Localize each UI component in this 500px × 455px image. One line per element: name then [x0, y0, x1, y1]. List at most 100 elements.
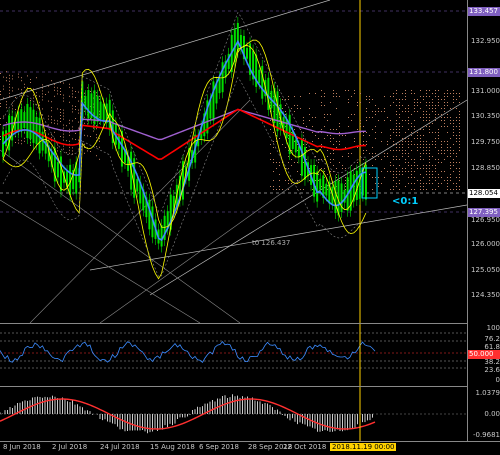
cloud-dot: [396, 159, 397, 160]
cloud-dot: [426, 183, 427, 184]
cloud-dot: [405, 138, 406, 139]
cloud-dot: [381, 183, 382, 184]
cloud-dot: [459, 171, 460, 172]
cloud-dot: [36, 92, 37, 94]
cloud-dot: [396, 150, 397, 151]
cloud-dot: [321, 168, 322, 169]
cloud-dot: [345, 168, 346, 169]
cloud-dot: [429, 174, 430, 175]
cloud-dot: [438, 99, 439, 100]
cloud-dot: [342, 156, 343, 157]
cloud-dot: [414, 171, 415, 172]
cloud-dot: [63, 100, 64, 102]
cloud-dot: [456, 135, 457, 136]
cloud-dot: [330, 129, 331, 130]
cloud-dot: [9, 74, 10, 76]
cloud-dot: [99, 122, 100, 124]
cloud-dot: [450, 177, 451, 178]
cloud-dot: [429, 108, 430, 109]
cloud-dot: [366, 141, 367, 142]
cloud-dot: [96, 125, 97, 127]
cloud-dot: [375, 153, 376, 154]
macd-pane[interactable]: [0, 387, 467, 441]
cloud-dot: [426, 120, 427, 121]
cloud-dot: [372, 189, 373, 190]
cloud-dot: [12, 108, 13, 110]
cloud-dot: [327, 135, 328, 136]
cloud-dot: [360, 93, 361, 94]
cloud-dot: [393, 102, 394, 103]
cloud-dot: [447, 93, 448, 94]
cloud-dot: [435, 165, 436, 166]
cloud-dot: [393, 174, 394, 175]
cloud-dot: [51, 122, 52, 124]
cloud-dot: [291, 159, 292, 160]
cloud-dot: [378, 186, 379, 187]
cloud-dot: [402, 156, 403, 157]
cloud-dot: [273, 186, 274, 187]
cloud-dot: [315, 165, 316, 166]
cloud-dot: [399, 189, 400, 190]
cloud-dot: [426, 144, 427, 145]
cloud-dot: [321, 129, 322, 130]
cloud-dot: [459, 123, 460, 124]
cloud-dot: [441, 150, 442, 151]
price-axis-label: 131.000: [471, 87, 500, 95]
purple-ma-line: [2, 108, 366, 141]
cloud-dot: [54, 83, 55, 85]
cloud-dot: [405, 153, 406, 154]
cloud-dot: [321, 159, 322, 160]
cloud-dot: [270, 144, 271, 145]
cloud-dot: [78, 109, 79, 111]
cloud-dot: [411, 177, 412, 178]
cloud-dot: [429, 156, 430, 157]
cloud-dot: [396, 99, 397, 100]
cloud-dot: [456, 162, 457, 163]
cloud-dot: [459, 168, 460, 169]
price-highlight-mid: 131.800: [468, 68, 500, 77]
cloud-dot: [372, 165, 373, 166]
macd-chart: [0, 387, 467, 441]
cloud-dot: [408, 123, 409, 124]
cloud-dot: [426, 90, 427, 91]
cloud-dot: [402, 126, 403, 127]
cloud-dot: [27, 90, 28, 92]
cloud-dot: [450, 156, 451, 157]
rsi-pane[interactable]: [0, 324, 467, 386]
cloud-dot: [48, 118, 49, 120]
cloud-dot: [96, 146, 97, 148]
cloud-dot: [402, 105, 403, 106]
cloud-dot: [420, 108, 421, 109]
cloud-dot: [339, 162, 340, 163]
cloud-dot: [444, 123, 445, 124]
cloud-dot: [333, 153, 334, 154]
cloud-dot: [51, 134, 52, 136]
cloud-dot: [12, 90, 13, 92]
cloud-dot: [444, 108, 445, 109]
cloud-dot: [330, 162, 331, 163]
cloud-dot: [285, 180, 286, 181]
price-axis-label: 125.050: [471, 266, 500, 274]
cloud-dot: [69, 86, 70, 88]
cloud-dot: [300, 96, 301, 97]
cloud-dot: [336, 177, 337, 178]
time-cursor-label: 2018.11.19 00:00: [330, 443, 397, 451]
cloud-dot: [315, 135, 316, 136]
cloud-dot: [42, 87, 43, 89]
main-chart-pane[interactable]: t0 126.437 <0:1: [0, 0, 467, 323]
cloud-dot: [399, 159, 400, 160]
cloud-dot: [75, 118, 76, 119]
cloud-dot: [393, 132, 394, 133]
cloud-dot: [429, 171, 430, 172]
cloud-dot: [414, 144, 415, 145]
cloud-dot: [345, 180, 346, 181]
cloud-dot: [441, 144, 442, 145]
price-chart: [0, 0, 467, 323]
cloud-dot: [63, 148, 64, 150]
cloud-dot: [21, 80, 22, 82]
cloud-dot: [444, 99, 445, 100]
cloud-dot: [456, 120, 457, 121]
cloud-dot: [288, 162, 289, 163]
cloud-dot: [438, 153, 439, 154]
price-axis[interactable]: 133.457 132.950 131.800 131.000 130.350 …: [467, 0, 500, 441]
